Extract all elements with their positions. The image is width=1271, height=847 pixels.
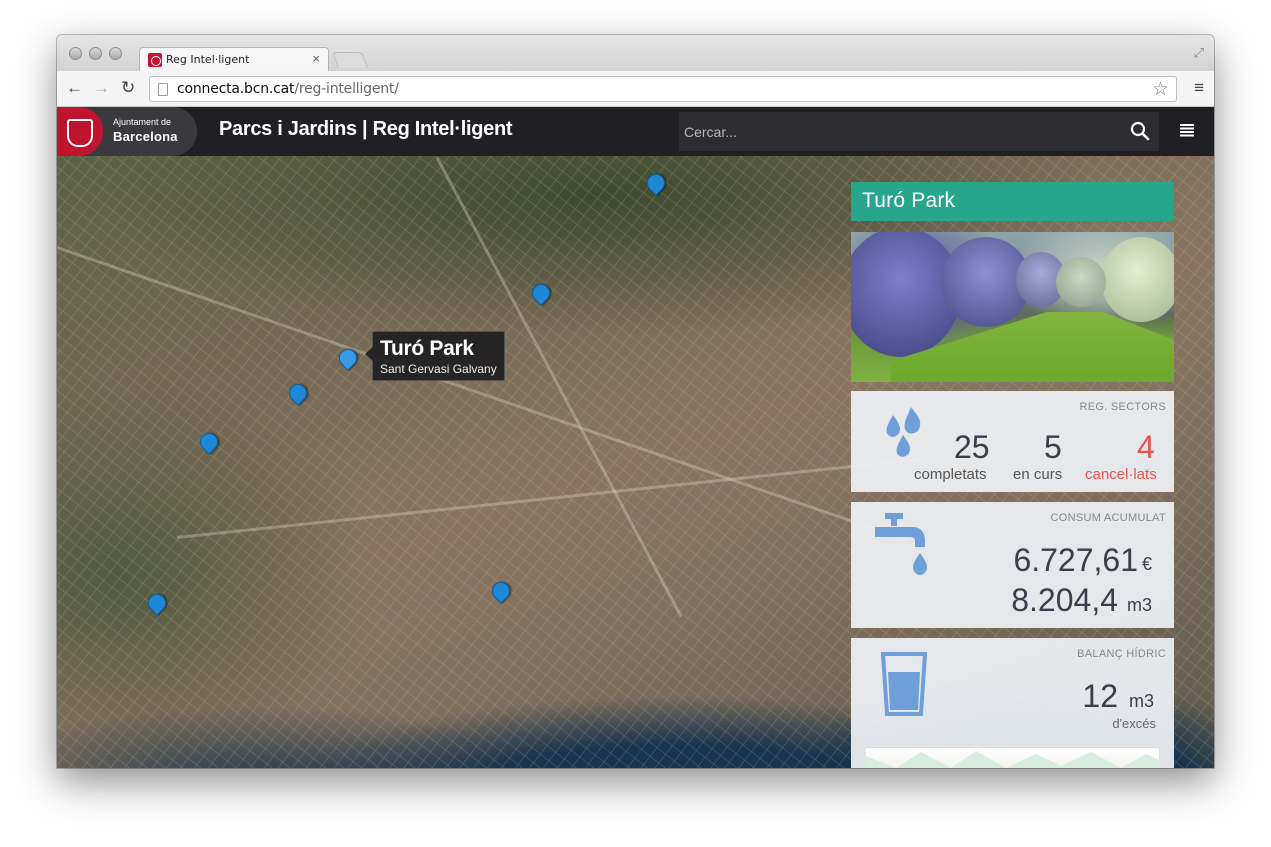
completed-count: 25 [954, 429, 990, 465]
minimize-window-button[interactable] [89, 47, 102, 60]
volume-unit: m3 [1126, 595, 1152, 615]
cancelled-caption: cancel·lats [1085, 466, 1157, 483]
consum-label: CONSUM ACUMULAT [1050, 512, 1166, 524]
balanc-sub: d'excés [1112, 716, 1156, 731]
park-header: Turó Park [851, 182, 1174, 221]
new-tab-button[interactable] [332, 52, 368, 68]
page-title: Parcs i Jardins | Reg Intel·ligent [219, 118, 513, 140]
bookmark-star-icon[interactable]: ☆ [1152, 78, 1169, 101]
hamburger-menu-icon[interactable] [1180, 123, 1194, 137]
balanc-chart-shape [866, 751, 1159, 768]
browser-tab[interactable]: Reg Intel·ligent × [139, 47, 329, 71]
back-button[interactable]: ← [66, 78, 83, 98]
browser-menu-icon[interactable]: ≡ [1194, 78, 1204, 98]
app-header: Ajuntament de Barcelona Parcs i Jardins … [57, 107, 1214, 156]
browser-window: Reg Intel·ligent × ⤢ ← → ↻ connecta.bcn.… [57, 35, 1214, 768]
consum-card: CONSUM ACUMULAT 6.727,61 € 8.204,4 m3 [851, 502, 1174, 628]
in-progress-count: 5 [1044, 429, 1062, 465]
url-text[interactable]: connecta.bcn.cat/reg-intelligent/ [177, 81, 399, 97]
search-bar [679, 112, 1159, 151]
balanc-value: 12 [1082, 678, 1118, 714]
search-input[interactable] [679, 112, 1119, 151]
reload-button[interactable]: ↻ [121, 78, 135, 98]
tab-strip: Reg Intel·ligent × ⤢ [57, 35, 1214, 71]
tab-title: Reg Intel·ligent [166, 53, 250, 66]
cost-value: 6.727,61 [1013, 542, 1138, 578]
park-title: Turó Park [862, 189, 956, 212]
satellite-map[interactable]: Turó Park Sant Gervasi Galvany Turó Park… [57, 156, 1214, 768]
balanc-unit: m3 [1128, 691, 1154, 711]
address-bar[interactable]: connecta.bcn.cat/reg-intelligent/ ☆ [149, 76, 1177, 102]
barcelona-favicon-icon [148, 53, 162, 67]
close-window-button[interactable] [69, 47, 82, 60]
park-photo [851, 232, 1174, 382]
reg-sectors-card: REG. SECTORS 25 completats 5 en curs 4 c… [851, 391, 1174, 492]
forward-button[interactable]: → [93, 78, 110, 98]
reg-sectors-label: REG. SECTORS [1079, 401, 1166, 413]
ajuntament-logo[interactable]: Ajuntament de Barcelona [57, 107, 197, 156]
browser-toolbar: ← → ↻ connecta.bcn.cat/reg-intelligent/ … [57, 71, 1214, 107]
tooltip-title: Turó Park [380, 337, 474, 360]
water-drops-icon [886, 407, 921, 457]
cost-unit: € [1141, 554, 1152, 574]
search-icon[interactable] [1129, 120, 1151, 142]
zoom-window-button[interactable] [109, 47, 122, 60]
city-shield-icon [57, 107, 103, 156]
in-progress-caption: en curs [1013, 466, 1063, 483]
tab-close-icon[interactable]: × [312, 51, 320, 66]
cancelled-count: 4 [1137, 429, 1155, 465]
water-glass-icon [881, 652, 927, 716]
volume-value: 8.204,4 [1011, 582, 1118, 618]
balanc-label: BALANÇ HÍDRIC [1077, 648, 1166, 660]
completed-caption: completats [914, 466, 987, 483]
tooltip-subtitle: Sant Gervasi Galvany [380, 362, 497, 376]
balanc-mini-chart [866, 747, 1159, 768]
fullscreen-icon[interactable]: ⤢ [1194, 45, 1204, 61]
logo-small-text: Ajuntament de [113, 117, 172, 127]
park-tooltip: Turó Park Sant Gervasi Galvany [365, 331, 505, 381]
water-tap-icon [875, 513, 927, 575]
logo-big-text: Barcelona [113, 129, 178, 144]
page-icon [158, 83, 168, 96]
balanc-card: BALANÇ HÍDRIC 12 m3 d'excés [851, 638, 1174, 768]
